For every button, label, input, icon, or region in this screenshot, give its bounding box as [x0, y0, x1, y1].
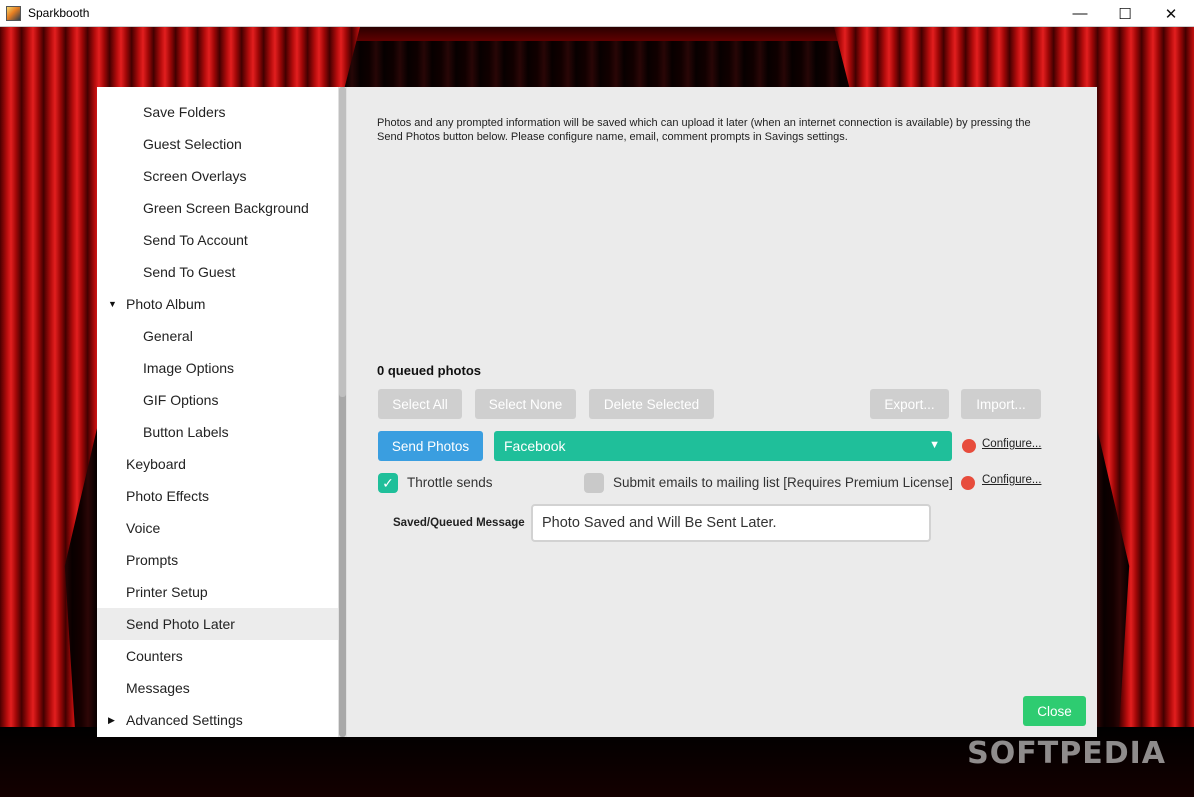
- message-field-label: Saved/Queued Message: [393, 517, 525, 529]
- window-close-button[interactable]: ✕: [1148, 0, 1194, 27]
- close-button[interactable]: Close: [1023, 696, 1086, 726]
- sidebar-item-messages[interactable]: Messages: [97, 672, 338, 704]
- queued-count: 0 queued photos: [377, 363, 481, 378]
- mailing-list-checkbox[interactable]: [584, 473, 604, 493]
- sidebar-item-label: Send Photo Later: [126, 616, 235, 632]
- theater-background: SOFTPEDIA Save Folders Guest Selection S…: [0, 27, 1194, 797]
- delete-selected-button[interactable]: Delete Selected: [589, 389, 714, 419]
- sidebar-item-label: Voice: [126, 520, 161, 536]
- sidebar-item-label: Counters: [126, 648, 183, 664]
- sidebar-item-button-labels[interactable]: Button Labels: [97, 416, 338, 448]
- title-bar: Sparkbooth — ☐ ✕: [0, 0, 1194, 27]
- sidebar-item-save-folders[interactable]: Save Folders: [97, 96, 338, 128]
- sidebar-item-send-to-guest[interactable]: Send To Guest: [97, 256, 338, 288]
- scrollbar-track-highlight: [339, 87, 346, 397]
- expanded-triangle-icon[interactable]: ▼: [108, 299, 117, 309]
- sidebar-item-image-options[interactable]: Image Options: [97, 352, 338, 384]
- sidebar-item-label: Printer Setup: [126, 584, 208, 600]
- maximize-button[interactable]: ☐: [1102, 0, 1148, 27]
- sidebar-item-label: Green Screen Background: [143, 200, 309, 216]
- sidebar-item-label: Advanced Settings: [126, 712, 243, 728]
- sidebar-item-label: Photo Album: [126, 296, 206, 312]
- status-dot-icon: [962, 439, 976, 453]
- send-photo-later-panel: Photos and any prompted information will…: [347, 87, 1097, 737]
- sidebar-item-photo-album[interactable]: ▼ Photo Album: [97, 288, 338, 320]
- collapsed-triangle-icon[interactable]: ▶: [108, 715, 115, 726]
- sidebar-item-label: Button Labels: [143, 424, 229, 440]
- sidebar-item-label: GIF Options: [143, 392, 219, 408]
- mailing-list-label: Submit emails to mailing list [Requires …: [613, 475, 953, 490]
- send-photos-button[interactable]: Send Photos: [378, 431, 483, 461]
- sidebar-item-counters[interactable]: Counters: [97, 640, 338, 672]
- sidebar-item-label: Save Folders: [143, 104, 226, 120]
- sidebar-item-label: Send To Account: [143, 232, 248, 248]
- sidebar-item-label: General: [143, 328, 193, 344]
- throttle-checkbox[interactable]: ✓: [378, 473, 398, 493]
- queued-message-input[interactable]: [531, 504, 931, 542]
- import-button[interactable]: Import...: [961, 389, 1041, 419]
- sidebar-item-label: Photo Effects: [126, 488, 210, 504]
- watermark: SOFTPEDIA: [967, 736, 1166, 771]
- app-logo-icon: [6, 6, 21, 21]
- sidebar-item-keyboard[interactable]: Keyboard: [97, 448, 338, 480]
- status-dot-icon: [961, 476, 975, 490]
- sidebar-item-photo-effects[interactable]: Photo Effects: [97, 480, 338, 512]
- sidebar-item-guest-selection[interactable]: Guest Selection: [97, 128, 338, 160]
- chevron-down-icon: ▼: [929, 439, 940, 451]
- sidebar-item-label: Send To Guest: [143, 264, 236, 280]
- select-all-button[interactable]: Select All: [378, 389, 462, 419]
- select-none-button[interactable]: Select None: [475, 389, 576, 419]
- window-title: Sparkbooth: [28, 6, 90, 20]
- throttle-label: Throttle sends: [407, 475, 493, 490]
- settings-sidebar: Save Folders Guest Selection Screen Over…: [97, 87, 338, 737]
- configure-link-destination[interactable]: Configure...: [982, 438, 1041, 450]
- sidebar-item-label: Messages: [126, 680, 190, 696]
- sidebar-item-screen-overlays[interactable]: Screen Overlays: [97, 160, 338, 192]
- sidebar-scrollbar[interactable]: [338, 87, 347, 737]
- panel-description: Photos and any prompted information will…: [377, 117, 1031, 143]
- sidebar-item-send-to-account[interactable]: Send To Account: [97, 224, 338, 256]
- sidebar-item-prompts[interactable]: Prompts: [97, 544, 338, 576]
- settings-dialog: Save Folders Guest Selection Screen Over…: [97, 87, 1097, 737]
- sidebar-item-gif-options[interactable]: GIF Options: [97, 384, 338, 416]
- sidebar-item-label: Keyboard: [126, 456, 186, 472]
- destination-value: Facebook: [504, 438, 566, 454]
- sidebar-item-label: Image Options: [143, 360, 235, 376]
- sidebar-item-label: Prompts: [126, 552, 179, 568]
- destination-select[interactable]: Facebook ▼: [494, 431, 952, 461]
- configure-link-mailing[interactable]: Configure...: [982, 474, 1041, 486]
- sidebar-item-advanced-settings[interactable]: ▶ Advanced Settings: [97, 704, 338, 736]
- sidebar-item-label: Guest Selection: [143, 136, 242, 152]
- sidebar-item-general[interactable]: General: [97, 320, 338, 352]
- export-button[interactable]: Export...: [870, 389, 949, 419]
- sidebar-item-voice[interactable]: Voice: [97, 512, 338, 544]
- minimize-button[interactable]: —: [1057, 0, 1103, 27]
- sidebar-item-send-photo-later[interactable]: Send Photo Later: [97, 608, 338, 640]
- sidebar-item-label: Screen Overlays: [143, 168, 247, 184]
- sidebar-item-printer-setup[interactable]: Printer Setup: [97, 576, 338, 608]
- sidebar-item-green-screen-background[interactable]: Green Screen Background: [97, 192, 338, 224]
